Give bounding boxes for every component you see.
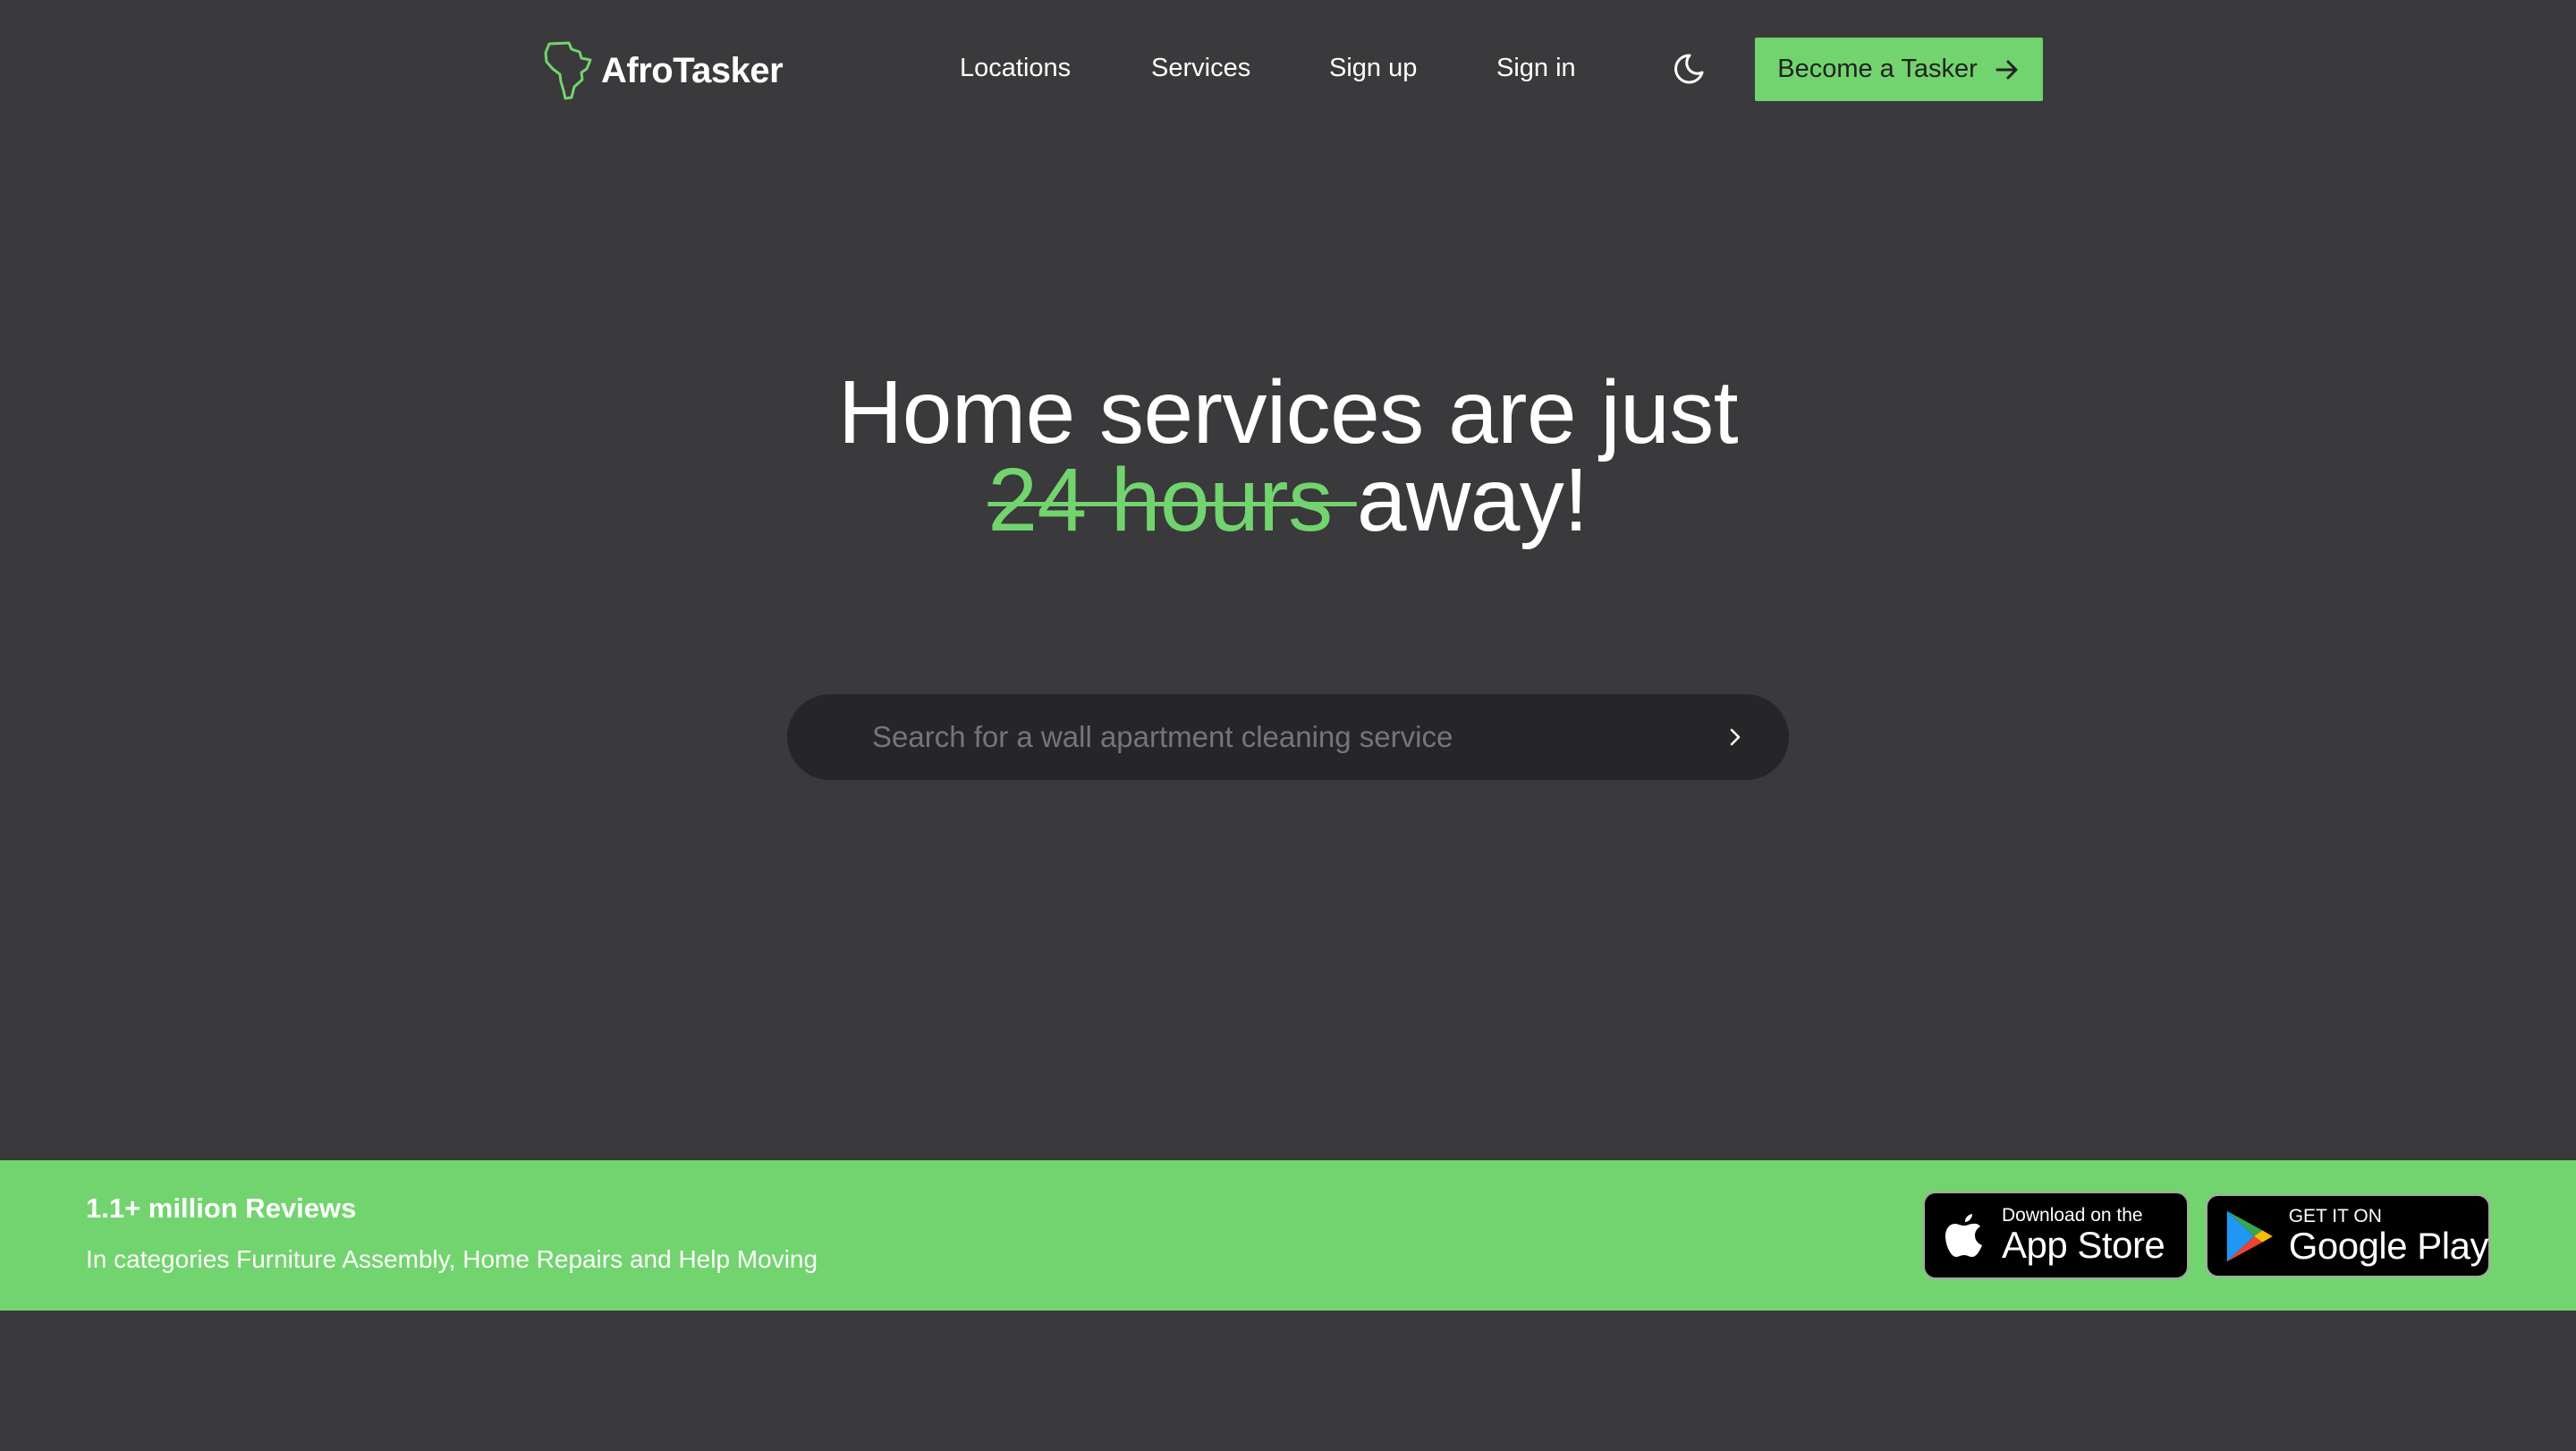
- apple-icon: [1945, 1214, 1982, 1257]
- moon-icon: [1674, 54, 1704, 84]
- site-header: AfroTasker Locations Services Sign up Si…: [0, 0, 2576, 140]
- google-play-badge[interactable]: GET IT ON Google Play: [2206, 1194, 2490, 1277]
- nav-link-locations[interactable]: Locations: [960, 50, 1071, 86]
- africa-icon: [544, 41, 592, 100]
- search-input[interactable]: [787, 693, 1708, 781]
- hero-line-2-end: away!: [1356, 450, 1589, 550]
- hero-heading: Home services are just 24 hours away!: [0, 368, 2576, 545]
- hero-line-1: Home services are just: [838, 362, 1739, 462]
- google-play-small-text: GET IT ON: [2288, 1205, 2382, 1226]
- app-store-big-text: App Store: [2002, 1224, 2165, 1266]
- nav-link-sign-in[interactable]: Sign in: [1496, 50, 1576, 86]
- reviews-categories: In categories Furniture Assembly, Home R…: [86, 1245, 818, 1273]
- app-store-small-text: Download on the: [2002, 1205, 2143, 1226]
- google-play-icon: [2226, 1210, 2273, 1261]
- chevron-right-icon: [1730, 728, 1741, 746]
- search-submit-button[interactable]: [1708, 710, 1762, 764]
- nav-link-services[interactable]: Services: [1151, 50, 1250, 86]
- search-bar: [787, 693, 1789, 781]
- become-tasker-button[interactable]: Become a Tasker: [1755, 38, 2043, 101]
- brand-name: AfroTasker: [601, 50, 784, 90]
- google-play-big-text: Google Play: [2288, 1224, 2489, 1267]
- arrow-right-icon: [1996, 60, 2018, 79]
- nav-link-sign-up[interactable]: Sign up: [1329, 50, 1417, 86]
- reviews-band: 1.1+ million Reviews In categories Furni…: [0, 1160, 2576, 1311]
- brand-logo[interactable]: AfroTasker: [542, 39, 784, 102]
- reviews-count: 1.1+ million Reviews: [86, 1192, 357, 1224]
- become-tasker-label: Become a Tasker: [1777, 55, 1978, 83]
- theme-toggle-button[interactable]: [1671, 51, 1707, 87]
- app-store-badge[interactable]: Download on the App Store: [1923, 1192, 2189, 1279]
- hero-struck-text: 24 hours: [987, 450, 1357, 550]
